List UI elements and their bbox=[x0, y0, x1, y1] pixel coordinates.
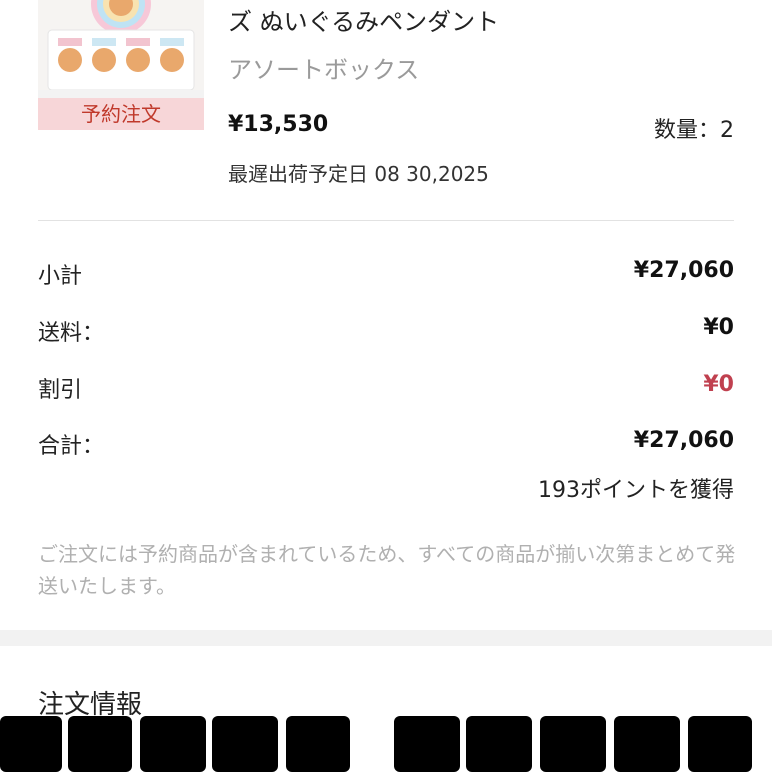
redaction-block bbox=[540, 716, 606, 772]
product-price: ¥13,530 bbox=[228, 112, 329, 137]
redaction-block bbox=[212, 716, 278, 772]
ship-date-label: 最遅出荷予定日 bbox=[228, 162, 368, 186]
section-separator bbox=[0, 630, 772, 646]
discount-value: ¥0 bbox=[703, 372, 734, 397]
subtotal-value: ¥27,060 bbox=[633, 258, 734, 283]
product-name[interactable]: ズ ぬいぐるみペンダント bbox=[228, 2, 499, 37]
shipping-label: 送料： bbox=[38, 321, 105, 346]
total-value: ¥27,060 bbox=[633, 428, 734, 453]
quantity-label: 数量： bbox=[653, 118, 720, 143]
points-earned: 193ポイントを獲得 bbox=[538, 478, 734, 503]
ship-date: 最遅出荷予定日 08 30,2025 bbox=[228, 158, 489, 187]
redaction-block bbox=[614, 716, 680, 772]
discount-label: 割引 bbox=[38, 378, 83, 403]
redaction-block bbox=[68, 716, 132, 772]
redaction-block bbox=[0, 716, 62, 772]
total-label: 合計： bbox=[38, 434, 105, 459]
product-quantity: 数量：2 bbox=[654, 112, 734, 144]
product-image bbox=[38, 0, 204, 90]
subtotal-label: 小計 bbox=[38, 264, 83, 289]
preorder-notice: ご注文には予約商品が含まれているため、すべての商品が揃い次第まとめて発送いたしま… bbox=[38, 542, 736, 598]
redaction-block bbox=[688, 716, 752, 772]
redaction-block bbox=[286, 716, 350, 772]
redaction-block bbox=[394, 716, 460, 772]
preorder-tag: 予約注文 bbox=[38, 98, 204, 130]
quantity-value: 2 bbox=[720, 118, 734, 143]
redaction-block bbox=[466, 716, 532, 772]
divider bbox=[38, 220, 734, 221]
shipping-value: ¥0 bbox=[703, 315, 734, 340]
product-thumbnail[interactable]: 予約注文 bbox=[38, 0, 204, 130]
product-variant: アソートボックス bbox=[228, 56, 420, 84]
redaction-block bbox=[140, 716, 206, 772]
ship-date-value: 08 30,2025 bbox=[374, 162, 489, 186]
